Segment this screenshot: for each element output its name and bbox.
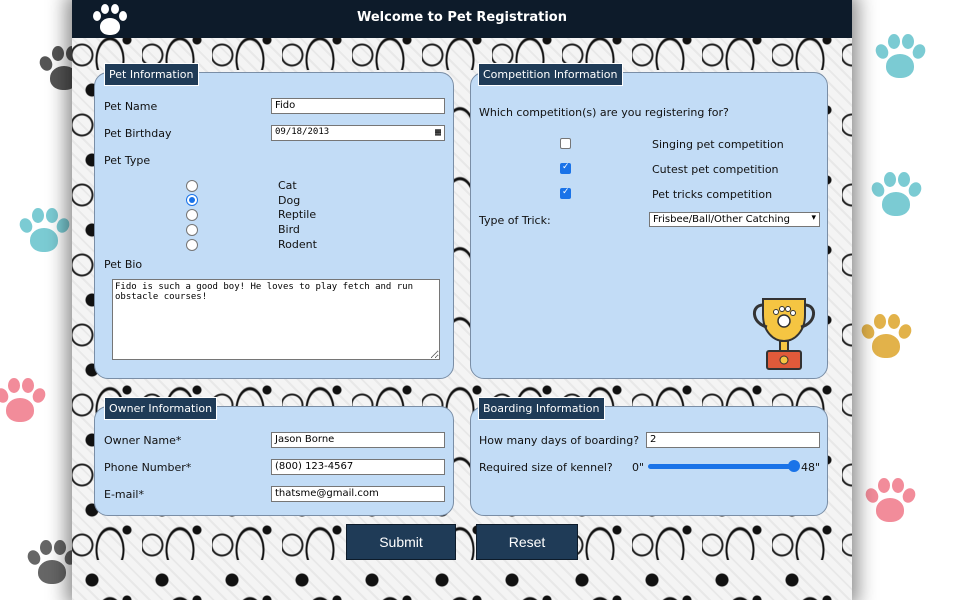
submit-button[interactable]: Submit [346,524,456,560]
pet-type-radio-rodent[interactable] [186,239,198,251]
pet-type-option-label: Bird [278,223,300,236]
pet-type-option-label: Dog [278,194,301,207]
pet-name-input[interactable]: Fido [271,98,445,114]
pet-birthday-value: 09/18/2013 [275,127,330,137]
chevron-down-icon: ▾ [811,213,816,223]
owner-information-legend: Owner Information [104,397,218,420]
kennel-size-slider[interactable] [648,458,800,474]
slider-thumb[interactable] [788,460,800,472]
calendar-icon[interactable]: ▦ [435,127,441,138]
pet-bio-textarea[interactable]: Fido is such a good boy! He loves to pla… [112,279,440,360]
competition-option-label: Singing pet competition [652,138,784,151]
paw-decoration-icon [0,376,48,432]
pet-birthday-input[interactable]: 09/18/2013 ▦ [271,125,445,141]
pet-information-legend: Pet Information [104,63,199,86]
email-label: E-mail* [104,488,144,501]
owner-name-label: Owner Name* [104,434,182,447]
paw-decoration-icon [872,32,928,88]
trick-type-label: Type of Trick: [479,214,551,227]
trophy-icon [753,298,815,370]
pet-name-label: Pet Name [104,100,158,113]
owner-name-input[interactable]: Jason Borne [271,432,445,448]
trick-type-value: Frisbee/Ball/Other Catching [653,214,790,225]
page-title: Welcome to Pet Registration [356,10,567,25]
paw-decoration-icon [858,312,914,368]
pet-type-radio-bird[interactable] [186,224,198,236]
boarding-information-legend: Boarding Information [478,397,605,420]
phone-number-input[interactable]: (800) 123-4567 [271,459,445,475]
phone-number-label: Phone Number* [104,461,192,474]
pet-type-label: Pet Type [104,154,151,167]
header-bar: Welcome to Pet Registration [72,0,852,38]
singing-competition-checkbox[interactable] [560,138,571,149]
kennel-size-label: Required size of kennel? [479,461,613,474]
paw-decoration-icon [862,476,918,532]
pet-type-radio-reptile[interactable] [186,209,198,221]
kennel-min-label: 0" [632,461,645,474]
competition-option-label: Pet tricks competition [652,188,773,201]
cutest-competition-checkbox[interactable] [560,162,571,174]
registration-page: Welcome to Pet Registration Pet Informat… [72,0,852,600]
pet-birthday-label: Pet Birthday [104,127,172,140]
kennel-max-label: 48" [801,461,821,474]
competition-information-legend: Competition Information [478,63,623,86]
competition-question: Which competition(s) are you registering… [479,106,729,119]
pet-type-option-label: Rodent [278,238,317,251]
paw-decoration-icon [16,206,72,262]
pet-type-radio-dog[interactable] [186,194,198,206]
slider-track [648,464,798,469]
trick-type-select[interactable]: Frisbee/Ball/Other Catching ▾ [649,212,820,227]
reset-button[interactable]: Reset [476,524,578,560]
pet-type-option-label: Reptile [278,208,317,221]
paw-decoration-icon [868,170,924,226]
tricks-competition-checkbox[interactable] [560,187,571,199]
email-input[interactable]: thatsme@gmail.com [271,486,445,502]
pet-type-option-label: Cat [278,179,297,192]
pet-bio-label: Pet Bio [104,258,143,271]
boarding-days-input[interactable]: 2 [646,432,820,448]
pet-type-radio-cat[interactable] [186,180,198,192]
competition-option-label: Cutest pet competition [652,163,779,176]
boarding-days-label: How many days of boarding? [479,434,640,447]
